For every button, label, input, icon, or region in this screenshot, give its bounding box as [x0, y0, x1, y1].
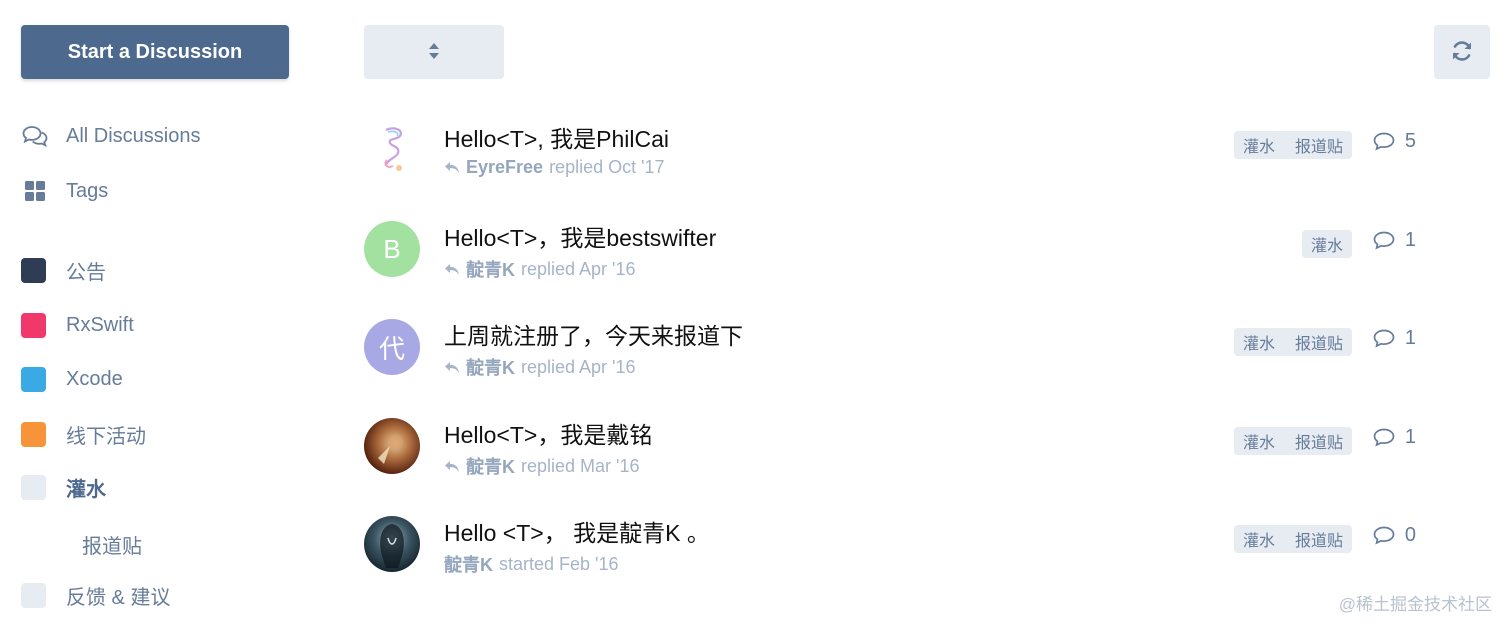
nav-tags[interactable]: Tags [21, 175, 108, 207]
start-discussion-button[interactable]: Start a Discussion [21, 25, 289, 79]
tag-label: RxSwift [66, 313, 134, 336]
sidebar: Start a Discussion All Discussions Tags … [0, 0, 320, 629]
nav-all-discussions[interactable]: All Discussions [21, 120, 200, 152]
reply-count: 1 [1373, 426, 1416, 449]
tag-label: 灌水 [66, 478, 106, 501]
tag-label: 反馈 & 建议 [66, 586, 171, 609]
discussion-title[interactable]: Hello<T>，我是bestswifter [444, 219, 716, 253]
reply-count: 1 [1373, 327, 1416, 350]
refresh-button[interactable] [1434, 25, 1490, 79]
discussion-row[interactable]: B Hello<T>，我是bestswifter 靛青K replied Apr… [364, 221, 1454, 301]
reply-count: 5 [1373, 130, 1416, 153]
comment-icon [1373, 132, 1395, 151]
comment-icon [1373, 329, 1395, 348]
discussion-meta: EyreFree replied Oct '17 [444, 157, 665, 178]
tag-water-active[interactable]: 灌水 [21, 471, 106, 503]
avatar[interactable]: 代 [364, 319, 420, 375]
reply-count: 0 [1373, 524, 1416, 547]
tag-announcement[interactable]: 公告 [21, 254, 106, 286]
tag-color-swatch [21, 474, 46, 500]
tag-color-swatch [21, 582, 46, 608]
discussion-action: replied Apr '16 [521, 258, 636, 279]
tag-badge[interactable]: 灌水 [1243, 429, 1275, 453]
comments-icon [21, 122, 49, 150]
reply-icon [444, 161, 460, 174]
discussion-tags: 灌水 报道贴 [1233, 525, 1352, 553]
reply-count-value: 1 [1404, 229, 1416, 251]
discussion-user[interactable]: 靛青K [444, 551, 493, 577]
tag-badge[interactable]: 报道贴 [1295, 527, 1343, 551]
refresh-icon [1450, 39, 1474, 66]
nav-tags-label: Tags [66, 179, 109, 202]
discussion-action: replied Mar '16 [521, 455, 640, 476]
discussion-user[interactable]: 靛青K [466, 453, 515, 479]
discussion-action: replied Oct '17 [549, 157, 665, 177]
sort-icon [428, 42, 440, 63]
reply-icon [444, 460, 460, 473]
discussion-title[interactable]: Hello<T>, 我是PhilCai [444, 120, 669, 154]
avatar[interactable] [364, 516, 420, 572]
reply-icon [444, 361, 460, 374]
tag-label: 公告 [66, 261, 106, 284]
discussion-title[interactable]: Hello <T>， 我是靛青K 。 [444, 514, 710, 548]
discussion-tags: 灌水 [1301, 230, 1352, 258]
tag-color-swatch [21, 257, 46, 283]
reply-count-value: 1 [1404, 327, 1416, 349]
reply-icon [444, 263, 460, 276]
discussion-row[interactable]: Hello<T>, 我是PhilCai EyreFree replied Oct… [364, 122, 1454, 202]
discussion-user[interactable]: 靛青K [466, 256, 515, 282]
tag-offline-events[interactable]: 线下活动 [21, 418, 146, 450]
discussion-title[interactable]: Hello<T>，我是戴铭 [444, 416, 652, 450]
reply-count-value: 5 [1404, 130, 1416, 152]
tag-badge[interactable]: 灌水 [1243, 133, 1275, 157]
discussion-action: started Feb '16 [499, 553, 619, 574]
discussion-meta: 靛青K started Feb '16 [444, 551, 619, 577]
tag-badge[interactable]: 灌水 [1311, 232, 1343, 256]
reply-count-value: 0 [1404, 524, 1416, 546]
avatar-letter: 代 [378, 333, 405, 364]
avatar[interactable]: B [364, 221, 420, 277]
comment-icon [1373, 428, 1395, 447]
discussion-tags: 灌水 报道贴 [1233, 328, 1352, 356]
subtag-check-in[interactable]: 报道贴 [82, 530, 142, 559]
avatar-letter: B [383, 233, 401, 264]
discussion-row[interactable]: 代 上周就注册了，今天来报道下 靛青K replied Apr '16 灌水 报… [364, 319, 1454, 399]
tag-label: Xcode [66, 367, 123, 390]
nav-all-discussions-label: All Discussions [66, 124, 201, 147]
tag-xcode[interactable]: Xcode [21, 363, 123, 395]
comment-icon [1373, 526, 1395, 545]
avatar[interactable] [364, 122, 420, 178]
tag-badge[interactable]: 报道贴 [1295, 330, 1343, 354]
discussion-meta: 靛青K replied Mar '16 [444, 453, 640, 479]
tag-color-swatch [21, 312, 46, 338]
avatar[interactable] [364, 418, 420, 474]
tag-feedback[interactable]: 反馈 & 建议 [21, 579, 170, 611]
tag-rxswift[interactable]: RxSwift [21, 309, 134, 341]
discussion-meta: 靛青K replied Apr '16 [444, 256, 636, 282]
reply-count-value: 1 [1404, 426, 1416, 448]
discussion-title[interactable]: 上周就注册了，今天来报道下 [444, 317, 743, 351]
sort-dropdown-button[interactable] [364, 25, 504, 79]
discussion-tags: 灌水 报道贴 [1233, 427, 1352, 455]
discussion-row[interactable]: Hello<T>，我是戴铭 靛青K replied Mar '16 灌水 报道贴… [364, 418, 1454, 498]
tag-color-swatch [21, 421, 46, 447]
discussion-user[interactable]: 靛青K [466, 354, 515, 380]
discussion-meta: 靛青K replied Apr '16 [444, 354, 636, 380]
discussion-row[interactable]: Hello <T>， 我是靛青K 。 靛青K started Feb '16 灌… [364, 516, 1454, 596]
tag-color-swatch [21, 366, 46, 392]
discussion-tags: 灌水 报道贴 [1233, 131, 1352, 159]
tag-label: 线下活动 [66, 425, 146, 448]
discussion-user[interactable]: EyreFree [466, 157, 543, 178]
tag-badge[interactable]: 报道贴 [1295, 133, 1343, 157]
reply-count: 1 [1373, 229, 1416, 252]
tag-badge[interactable]: 灌水 [1243, 330, 1275, 354]
comment-icon [1373, 231, 1395, 250]
watermark: @稀土掘金技术社区 [1338, 595, 1492, 614]
grid-icon [21, 177, 49, 205]
tag-badge[interactable]: 灌水 [1243, 527, 1275, 551]
tag-badge[interactable]: 报道贴 [1295, 429, 1343, 453]
discussion-action: replied Apr '16 [521, 356, 636, 377]
